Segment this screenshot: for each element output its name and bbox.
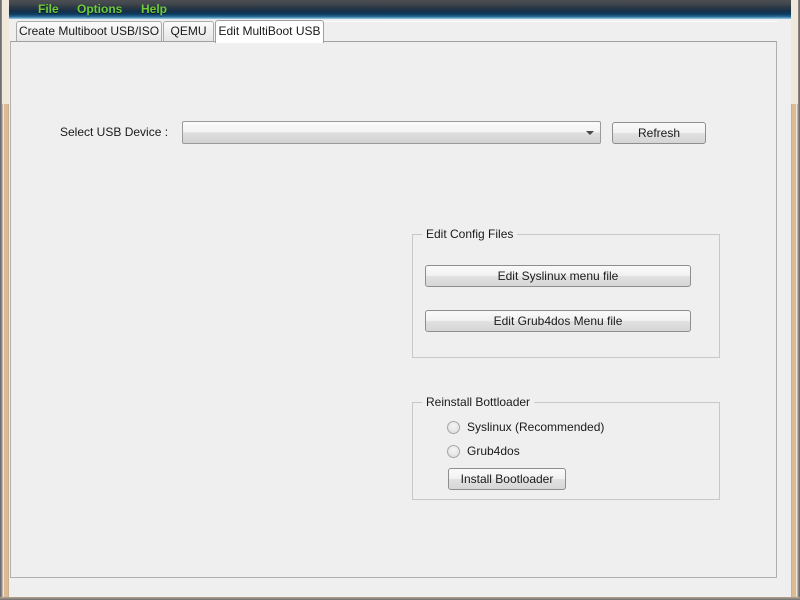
- tab-edit-multiboot-usb[interactable]: Edit MultiBoot USB: [215, 20, 324, 43]
- radio-option-syslinux-label: Syslinux (Recommended): [467, 420, 605, 434]
- application-window: File Options Help Create Multiboot USB/I…: [0, 0, 800, 600]
- window-frame-left-highlight: [2, 0, 9, 104]
- usb-device-select[interactable]: [182, 121, 601, 144]
- tab-strip-filler: [324, 21, 777, 42]
- edit-config-files-title: Edit Config Files: [422, 227, 518, 241]
- edit-syslinux-menu-file-button[interactable]: Edit Syslinux menu file: [425, 265, 691, 287]
- window-client-area: File Options Help Create Multiboot USB/I…: [9, 0, 791, 597]
- menu-bar: File Options Help: [9, 0, 791, 19]
- window-frame-right-border: [790, 0, 800, 600]
- radio-option-grub4dos-label: Grub4dos: [467, 444, 520, 458]
- tab-qemu[interactable]: QEMU: [163, 21, 214, 42]
- radio-button-icon[interactable]: [447, 421, 460, 434]
- tab-create-multiboot-usb-iso[interactable]: Create Multiboot USB/ISO: [16, 21, 162, 42]
- refresh-button[interactable]: Refresh: [612, 122, 706, 144]
- active-tab-seam: [216, 41, 323, 43]
- edit-config-files-group: Edit Config Files: [412, 227, 720, 358]
- tab-strip: Create Multiboot USB/ISO QEMU Edit Multi…: [10, 20, 777, 43]
- reinstall-bootloader-title: Reinstall Bottloader: [422, 395, 535, 409]
- edit-grub4dos-menu-file-button[interactable]: Edit Grub4dos Menu file: [425, 310, 691, 332]
- select-usb-device-label: Select USB Device :: [60, 125, 169, 139]
- menu-item-help[interactable]: Help: [136, 1, 172, 18]
- tab-control: Create Multiboot USB/ISO QEMU Edit Multi…: [10, 20, 777, 578]
- chevron-down-icon: [586, 131, 594, 135]
- menu-item-file[interactable]: File: [33, 1, 64, 18]
- radio-button-icon[interactable]: [447, 445, 460, 458]
- install-bootloader-button[interactable]: Install Bootloader: [448, 468, 566, 490]
- menu-item-options[interactable]: Options: [72, 1, 127, 18]
- window-frame-right-highlight: [791, 0, 798, 104]
